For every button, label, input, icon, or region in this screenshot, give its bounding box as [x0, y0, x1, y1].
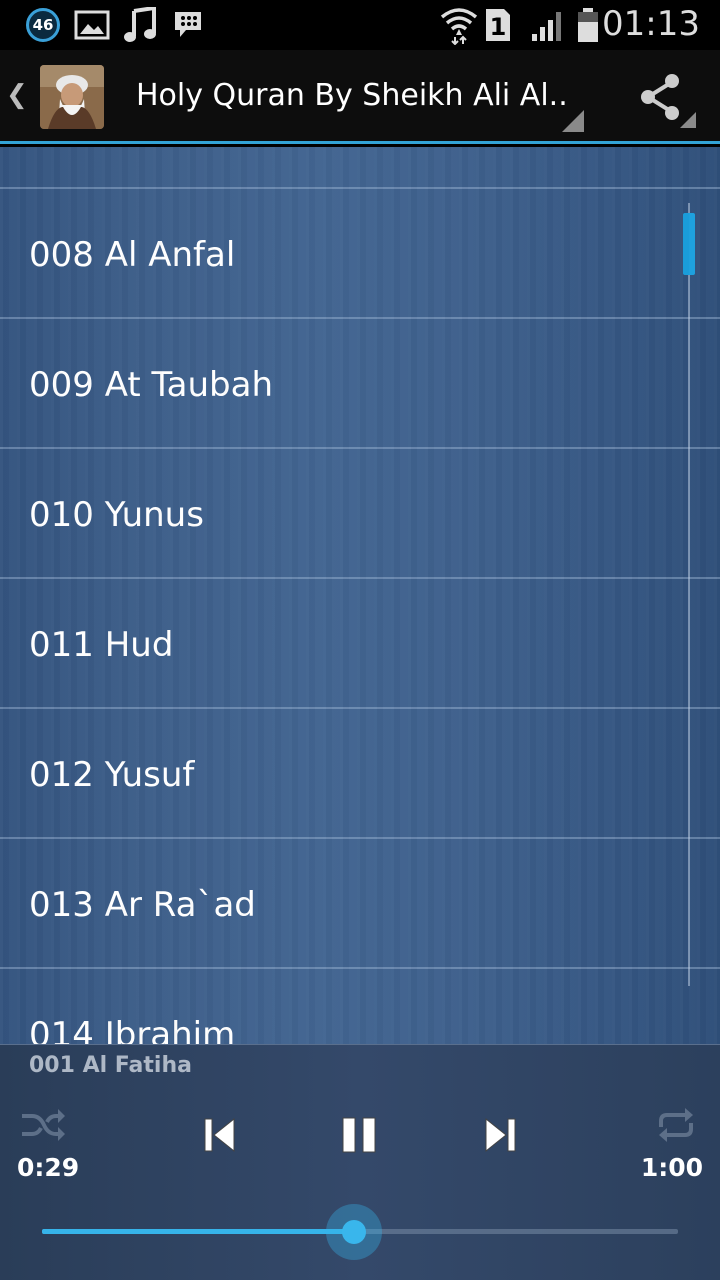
shuffle-button[interactable] [18, 1103, 68, 1147]
total-duration: 1:00 [640, 1153, 703, 1182]
list-item[interactable]: 010 Yunus [0, 448, 690, 576]
status-time: 01:13 [602, 4, 700, 44]
share-dropdown-indicator [680, 112, 696, 128]
media-player: 001 Al Fatiha 0:29 1:00 [0, 1044, 720, 1280]
page-title: Holy Quran By Sheikh Ali Al.. [136, 78, 568, 113]
title-dropdown-indicator [562, 110, 584, 132]
surah-label: 013 Ar Ra`ad [29, 885, 256, 925]
list-item[interactable]: 009 At Taubah [0, 318, 690, 446]
previous-icon [204, 1117, 235, 1153]
battery-icon [576, 0, 600, 50]
pause-button[interactable] [334, 1111, 384, 1159]
action-bar: ❮ Holy Quran By Sheikh Ali Al.. [0, 50, 720, 144]
surah-label: 008 Al Anfal [29, 235, 236, 275]
list-item[interactable]: 014 Ibrahim [0, 968, 690, 1044]
surah-label: 014 Ibrahim [29, 1015, 236, 1044]
surah-label: 010 Yunus [29, 495, 204, 535]
status-bar: 46 1 01:13 [0, 0, 720, 50]
seek-bar[interactable] [42, 1204, 678, 1260]
sim-number: 1 [490, 13, 507, 41]
notification-badge: 46 [26, 8, 60, 42]
chevron-left-icon[interactable]: ❮ [6, 80, 28, 110]
music-icon [124, 0, 158, 50]
pause-icon [342, 1117, 376, 1153]
repeat-button[interactable] [652, 1103, 700, 1147]
bbm-icon [172, 0, 204, 50]
seek-progress [42, 1229, 354, 1234]
notification-46-icon: 46 [26, 0, 60, 50]
image-icon [74, 0, 110, 50]
signal-icon [530, 0, 566, 50]
next-icon [485, 1117, 516, 1153]
sim-1-icon: 1 [484, 0, 512, 50]
previous-button[interactable] [196, 1111, 244, 1159]
now-playing-title: 001 Al Fatiha [29, 1053, 192, 1078]
surah-label: 011 Hud [29, 625, 174, 665]
list-item[interactable]: 013 Ar Ra`ad [0, 838, 690, 966]
next-button[interactable] [476, 1111, 524, 1159]
wifi-icon [440, 0, 478, 50]
repeat-icon [659, 1108, 693, 1142]
surah-label: 009 At Taubah [29, 365, 273, 405]
list-item[interactable]: 011 Hud [0, 578, 690, 706]
scrollbar-thumb[interactable] [683, 213, 695, 275]
app-icon-avatar[interactable] [40, 65, 104, 129]
list-item[interactable]: 012 Yusuf [0, 708, 690, 836]
shuffle-icon [22, 1109, 65, 1141]
seek-thumb[interactable] [341, 1220, 366, 1244]
scrollbar-track[interactable] [688, 203, 690, 986]
elapsed-time: 0:29 [17, 1153, 80, 1182]
surah-label: 012 Yusuf [29, 755, 195, 795]
surah-list[interactable]: 008 Al Anfal 009 At Taubah 010 Yunus 011… [0, 147, 720, 1044]
list-item[interactable]: 008 Al Anfal [0, 188, 690, 316]
